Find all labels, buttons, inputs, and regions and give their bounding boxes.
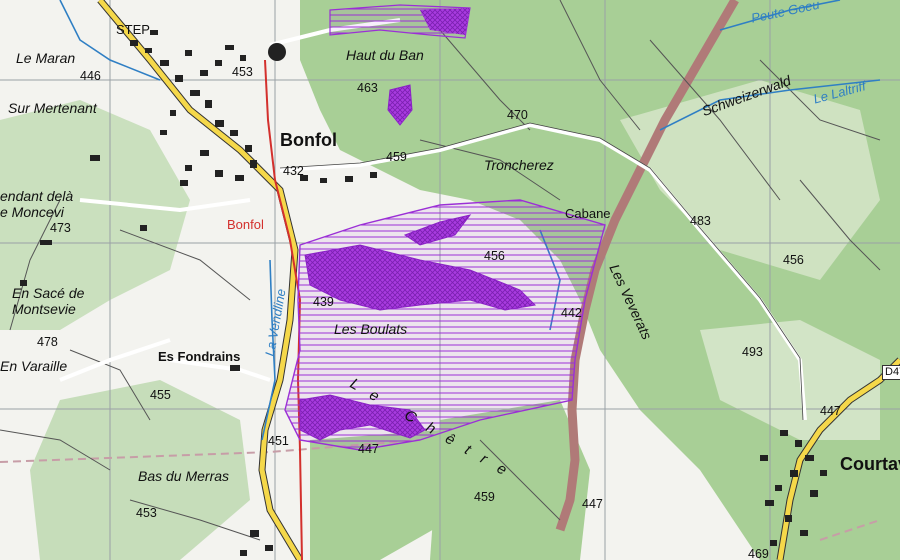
label-en-sace-2: Montsevie <box>12 301 76 317</box>
label-troncherez: Troncherez <box>484 157 554 173</box>
label-courtavon: Courtav <box>840 454 900 474</box>
spot-height-473: 473 <box>50 221 71 235</box>
label-en-varaille: En Varaille <box>0 358 68 374</box>
label-le-maran: Le Maran <box>16 50 76 66</box>
spot-height-463: 463 <box>357 81 378 95</box>
label-step: STEP <box>116 22 150 37</box>
label-cabane: Cabane <box>565 206 611 221</box>
label-pendant-dela-1: endant delà <box>0 188 74 204</box>
spot-height-483: 483 <box>690 214 711 228</box>
spot-height-459-south: 459 <box>474 490 495 504</box>
label-les-boulats: Les Boulats <box>334 321 408 337</box>
label-pendant-dela-2: e Moncevi <box>0 204 64 220</box>
label-haut-du-ban: Haut du Ban <box>346 47 424 63</box>
spot-height-453-south: 453 <box>136 506 157 520</box>
spot-height-456-east: 456 <box>783 253 804 267</box>
label-bonfol-station: Bonfol <box>227 217 264 232</box>
spot-height-447: 447 <box>358 442 379 456</box>
label-es-fondrains: Es Fondrains <box>158 349 241 364</box>
spot-height-456: 456 <box>484 249 505 263</box>
label-bonfol-town: Bonfol <box>280 130 337 150</box>
spot-height-442: 442 <box>561 306 582 320</box>
spot-height-455: 455 <box>150 388 171 402</box>
spot-height-432: 432 <box>283 164 304 178</box>
spot-height-470: 470 <box>507 108 528 122</box>
spot-height-453: 453 <box>232 65 253 79</box>
spot-height-478: 478 <box>37 335 58 349</box>
topographic-map[interactable]: STEP Le Maran 446 453 Sur Mertenant Haut… <box>0 0 900 560</box>
spot-height-469: 469 <box>748 547 769 560</box>
label-sur-mertenant: Sur Mertenant <box>8 100 97 116</box>
spot-height-459: 459 <box>386 150 407 164</box>
spot-height-446: 446 <box>80 69 101 83</box>
label-en-sace-1: En Sacé de <box>12 285 85 301</box>
spot-height-447-east: 447 <box>820 404 841 418</box>
spot-height-447-south: 447 <box>582 497 603 511</box>
spot-height-493: 493 <box>742 345 763 359</box>
label-bas-du-merras: Bas du Merras <box>138 468 230 484</box>
road-sign-d47: D47 <box>882 365 900 380</box>
spot-height-451: 451 <box>268 434 289 448</box>
spot-height-439: 439 <box>313 295 334 309</box>
